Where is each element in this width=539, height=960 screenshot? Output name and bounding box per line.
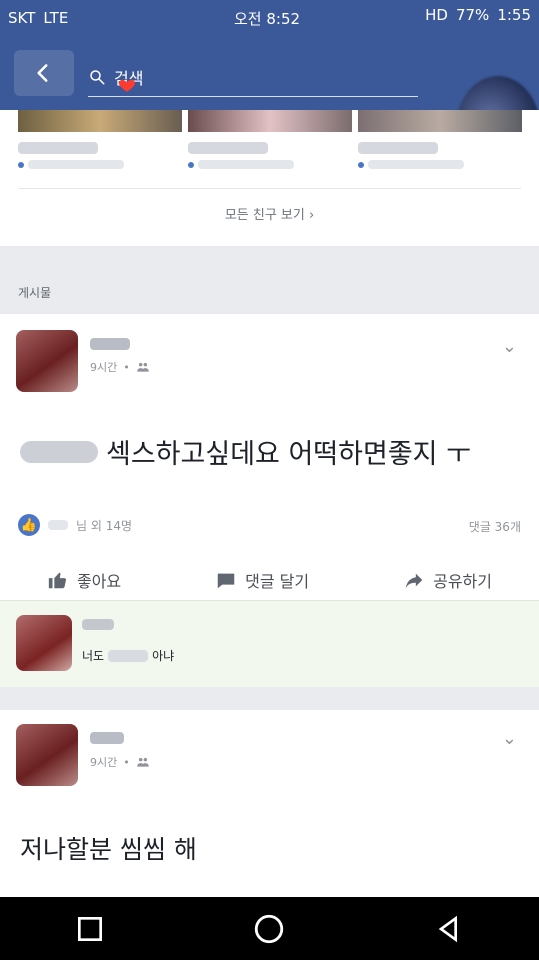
comment-text-prefix: 너도 [82,649,105,663]
status-time: 오전 8:52 [234,10,301,28]
post-card-2: 9시간 • ⌄ 저나할분 씸씸 해 [0,710,539,898]
android-nav-bar [0,897,539,960]
section-title: 게시물 [18,286,52,300]
blurred-mention [108,649,149,662]
meta-separator: • [123,755,130,769]
post-text: 섹스하고싶데요 어떡하면좋지 ㅜ [20,432,471,471]
search-icon [90,70,105,85]
share-label: 공유하기 [433,572,492,591]
see-all-friends-label: 모든 친구 보기 [224,208,305,223]
heart-icon [119,79,135,92]
divider [18,188,521,189]
comment-text: 너도 아냐 [82,647,174,664]
friend-status-dot [358,162,364,168]
post-body: 저나할분 씸씸 해 [20,835,197,864]
avatar[interactable] [16,724,78,786]
share-icon [405,573,423,589]
recent-apps-button[interactable] [70,909,110,949]
status-bar: SKT LTE 오전 8:52 HD 77% 1:55 [0,0,539,36]
blurred-mention [20,440,98,463]
network-label: LTE [43,9,69,27]
post-meta: 9시간 • [90,359,150,375]
friends-icon [136,757,149,767]
carrier-label: SKT [8,9,36,27]
comment-count[interactable]: 댓글 36개 [469,518,521,535]
comment-item: 너도 아냐 [0,600,539,687]
comment-label: 댓글 달기 [245,572,310,591]
top-header: 검색 [0,36,539,180]
home-button[interactable] [249,909,289,949]
friend-name [358,142,438,154]
comment-text-suffix: 아냐 [152,649,175,663]
post-time: 9시간 [90,756,118,769]
post-body: 섹스하고싶데요 어떡하면좋지 ㅜ [106,439,471,470]
reaction-summary[interactable]: 👍 님 외 14명 [18,514,132,536]
like-icon: 👍 [18,514,40,536]
friend-status-dot [188,162,194,168]
back-icon [37,64,48,82]
friend-thumb[interactable] [188,110,352,132]
back-nav-icon [438,915,458,942]
see-all-friends-link[interactable]: 모든 친구 보기 › [0,204,539,223]
back-button[interactable] [14,50,74,96]
avatar[interactable] [16,330,78,392]
friend-meta [198,160,294,169]
meta-separator: • [123,360,130,374]
post-author-name[interactable] [90,338,130,350]
post-time: 9시간 [90,361,118,374]
friend-name [18,142,98,154]
friends-card: 모든 친구 보기 › [0,110,539,246]
comment-icon [217,573,235,589]
home-icon [255,914,284,943]
chevron-down-icon[interactable]: ⌄ [502,336,517,357]
search-input[interactable]: 검색 [88,58,418,97]
post-author-name[interactable] [90,732,124,744]
friend-thumb[interactable] [18,110,182,132]
clock-label: 1:55 [497,6,531,24]
like-label: 좋아요 [76,572,122,591]
comment-button[interactable]: 댓글 달기 [215,568,309,592]
battery-label: 77% [455,6,490,24]
comment-author-name[interactable] [82,619,114,630]
friend-thumb[interactable] [358,110,522,132]
avatar[interactable] [16,615,72,671]
like-button[interactable]: 좋아요 [47,568,121,592]
friend-meta [368,160,464,169]
chevron-right-icon: › [308,208,315,223]
friend-name [188,142,268,154]
blurred-name [48,520,68,530]
hd-badge: HD [425,6,448,24]
friend-status-dot [18,162,24,168]
post-meta: 9시간 • [90,754,150,770]
back-nav-button[interactable] [429,909,469,949]
post-card-1: 9시간 • ⌄ 섹스하고싶데요 어떡하면좋지 ㅜ 👍 님 외 14명 댓글 36… [0,314,539,600]
reaction-summary-text: 님 외 14명 [76,518,133,533]
like-icon [48,572,66,589]
post-actions: 좋아요 댓글 달기 공유하기 [0,560,539,600]
friends-icon [136,362,149,372]
share-button[interactable]: 공유하기 [403,568,492,592]
post-text: 저나할분 씸씸 해 [20,830,197,866]
recent-apps-icon [77,916,102,941]
chevron-down-icon[interactable]: ⌄ [502,728,517,749]
friend-meta [28,160,124,169]
